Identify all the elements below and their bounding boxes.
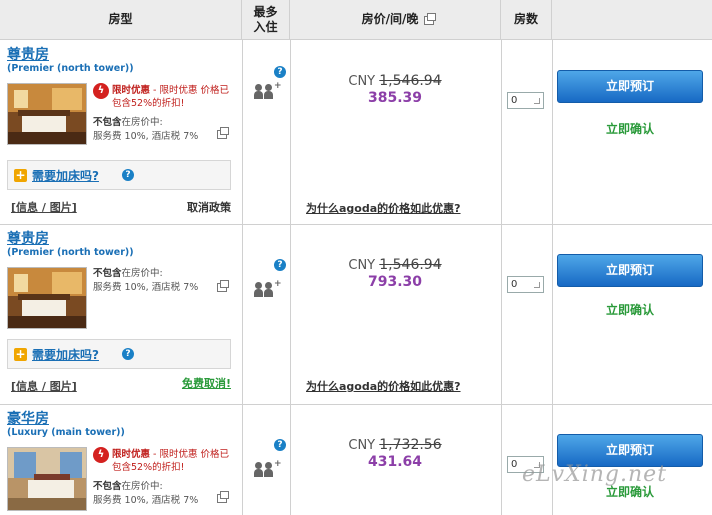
room-name-link[interactable]: 尊贵房	[7, 44, 49, 64]
help-icon[interactable]: ?	[274, 439, 286, 451]
header-max-occupancy: 最多入住	[242, 0, 290, 40]
price-block: CNY 1,732.56 431.64	[290, 437, 500, 470]
book-now-button[interactable]: 立即预订	[557, 254, 703, 287]
extra-bed-box[interactable]: + 需要加床吗? ?	[7, 160, 231, 190]
popup-icon[interactable]	[217, 127, 229, 139]
help-icon[interactable]: ?	[274, 66, 286, 78]
room-name-link[interactable]: 豪华房	[7, 408, 49, 428]
info-photos-link[interactable]: [信息 / 图片]	[11, 378, 77, 394]
promo-text: 限时优惠 - 限时优惠 价格已包含52%的折扣!	[112, 449, 230, 473]
original-price: CNY 1,546.94	[348, 257, 442, 273]
occupancy-icon: +	[254, 277, 282, 297]
extra-bed-link[interactable]: 需要加床吗?	[32, 346, 99, 363]
cancellation-policy-link[interactable]: 取消政策	[187, 199, 231, 215]
help-icon[interactable]: ?	[122, 169, 134, 181]
why-cheap-link[interactable]: 为什么agoda的价格如此优惠?	[290, 378, 550, 394]
excluded-fees: 不包含在房价中: 服务费 10%, 酒店税 7%	[93, 268, 199, 293]
deal-price: 385.39	[367, 90, 423, 106]
popup-icon[interactable]	[424, 13, 437, 25]
room-qty-select[interactable]: 0	[507, 276, 544, 293]
header-price-label: 房价/间/晚	[361, 12, 419, 26]
header-room-type: 房型	[0, 0, 242, 40]
original-price: CNY 1,732.56	[348, 437, 442, 453]
promo-text: 限时优惠 - 限时优惠 价格已包含52%的折扣!	[112, 85, 230, 109]
help-icon[interactable]: ?	[122, 348, 134, 360]
price-block: CNY 1,546.94 385.39	[290, 73, 500, 106]
price-block: CNY 1,546.94 793.30	[290, 257, 500, 290]
why-cheap-link[interactable]: 为什么agoda的价格如此优惠?	[290, 200, 550, 216]
room-subtitle: (Premier (north tower))	[7, 247, 134, 258]
instant-confirm: 立即确认	[605, 122, 654, 136]
info-photos-link[interactable]: [信息 / 图片]	[11, 199, 77, 215]
room-row-1: 尊贵房 (Premier (north tower)) ϟ 限时优惠 - 限时优…	[0, 41, 712, 224]
watermark: eLvXing.net	[522, 462, 668, 487]
lightning-icon: ϟ	[93, 83, 109, 99]
excluded-fees: 不包含在房价中: 服务费 10%, 酒店税 7%	[93, 481, 199, 506]
popup-icon[interactable]	[217, 491, 229, 503]
occupancy-icon: +	[254, 79, 282, 99]
room-subtitle: (Premier (north tower))	[7, 63, 134, 74]
extra-bed-link[interactable]: 需要加床吗?	[32, 167, 99, 184]
book-now-button[interactable]: 立即预订	[557, 70, 703, 103]
extra-bed-box[interactable]: + 需要加床吗? ?	[7, 339, 231, 369]
header-price: 房价/间/晚	[290, 0, 501, 40]
room-qty-select[interactable]: 0	[507, 92, 544, 109]
free-cancellation-link[interactable]: 免费取消!	[182, 375, 231, 391]
popup-icon[interactable]	[217, 280, 229, 292]
room-photo[interactable]	[7, 447, 87, 511]
room-rates-table: 房型 最多入住 房价/间/晚 房数 尊贵房 (Premier (north to…	[0, 0, 712, 515]
room-row-3: 豪华房 (Luxury (main tower)) ϟ 限时优惠 - 限时优惠 …	[0, 405, 712, 515]
instant-confirm: 立即确认	[605, 303, 654, 317]
room-photo[interactable]	[7, 267, 87, 329]
deal-price: 793.30	[367, 274, 423, 290]
original-price: CNY 1,546.94	[348, 73, 442, 89]
help-icon[interactable]: ?	[274, 259, 286, 271]
room-row-2: 尊贵房 (Premier (north tower)) 不包含在房价中: 服务费 …	[0, 225, 712, 404]
header-action	[552, 0, 712, 40]
plus-icon: +	[14, 347, 27, 361]
room-photo[interactable]	[7, 83, 87, 145]
occupancy-icon: +	[254, 457, 282, 477]
plus-icon: +	[14, 168, 27, 182]
excluded-fees: 不包含在房价中: 服务费 10%, 酒店税 7%	[93, 117, 199, 142]
deal-price: 431.64	[367, 454, 423, 470]
header-rooms: 房数	[501, 0, 552, 40]
lightning-icon: ϟ	[93, 447, 109, 463]
room-name-link[interactable]: 尊贵房	[7, 228, 49, 248]
room-subtitle: (Luxury (main tower))	[7, 427, 125, 438]
